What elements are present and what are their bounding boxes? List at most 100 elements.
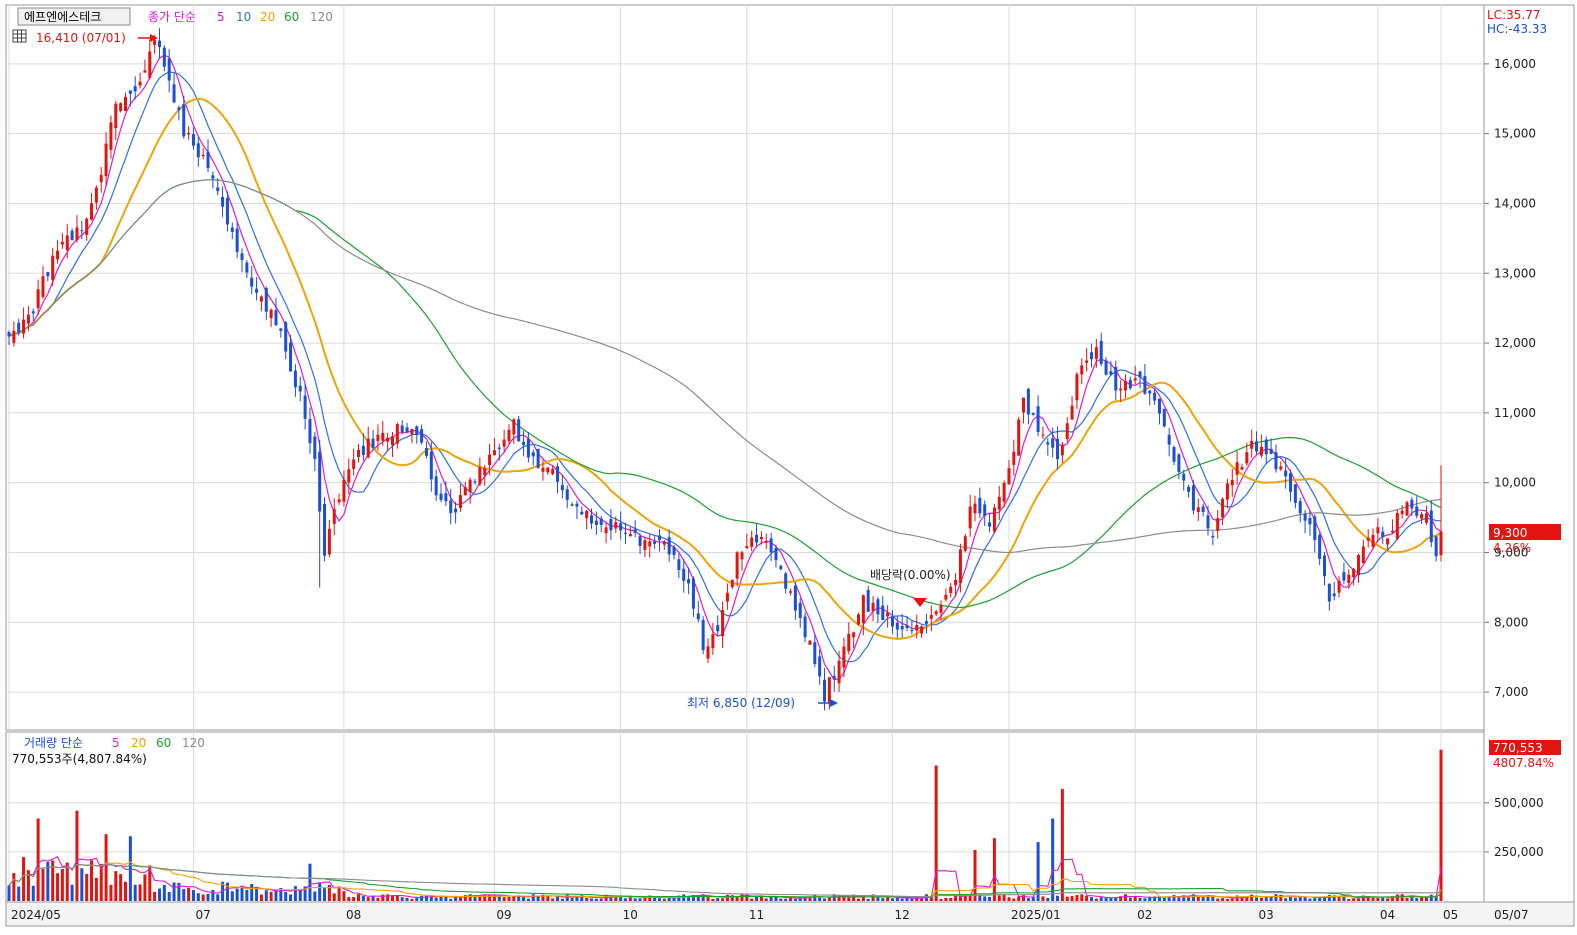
volume-bar [230, 891, 234, 901]
candle-body [405, 427, 409, 433]
candle-body [1191, 485, 1195, 511]
date-tick-label: 11 [749, 908, 764, 922]
candle-body [424, 448, 428, 456]
candle-body [1424, 513, 1428, 523]
volume-bar [167, 892, 171, 901]
hc-label: HC:-43.33 [1487, 22, 1547, 36]
candle-body [750, 537, 754, 547]
price-tick-label: 11,000 [1494, 406, 1536, 420]
candle-body [599, 518, 603, 525]
volume-bar [104, 834, 108, 901]
candle-body [1250, 440, 1254, 449]
candle-body [279, 328, 283, 331]
candle-body [1026, 388, 1030, 415]
candle-body [420, 429, 424, 443]
volume-bar [22, 857, 26, 901]
volume-bar [119, 874, 123, 901]
date-tick-label: 03 [1259, 908, 1274, 922]
candle-body [1322, 555, 1326, 577]
volume-bar [939, 898, 943, 901]
candle-body [1109, 371, 1113, 375]
candle-body [619, 523, 623, 531]
candle-body [303, 395, 307, 419]
candle-body [687, 579, 691, 584]
volume-bar [153, 891, 157, 901]
candle-body [1225, 483, 1229, 500]
candle-body [1439, 531, 1443, 556]
volume-bar [274, 889, 278, 901]
candle-body [924, 621, 928, 624]
candle-body [1119, 388, 1123, 391]
candle-body [191, 134, 195, 146]
candle-body [847, 633, 851, 652]
candle-body [7, 332, 11, 337]
chart-canvas[interactable]: 7,0008,0009,00010,00011,00012,00013,0001… [0, 0, 1577, 935]
volume-bar [1221, 898, 1225, 901]
candle-body [1099, 340, 1103, 364]
candle-body [12, 330, 16, 343]
candle-body [31, 311, 35, 314]
volume-bar [886, 897, 890, 901]
volume-bar [216, 894, 220, 901]
candle-body [70, 230, 74, 240]
candle-body [1167, 434, 1171, 445]
candle-body [939, 604, 943, 613]
volume-bar [357, 894, 361, 901]
candle-body [1420, 514, 1424, 519]
volume-bar [191, 890, 195, 901]
volume-bar [522, 897, 526, 901]
stock-title: 에프엔에스테크 [24, 10, 101, 24]
candle-body [852, 632, 856, 638]
volume-bar [1012, 898, 1016, 901]
candle-body [648, 541, 652, 547]
candle-body [575, 503, 579, 507]
candle-body [886, 612, 890, 617]
volume-bar [662, 898, 666, 901]
candle-body [721, 610, 725, 637]
date-tick-label: 2024/05 [11, 908, 61, 922]
volume-bar [162, 885, 166, 901]
candle-body [954, 579, 958, 586]
volume-bar [1395, 894, 1399, 901]
volume-bar [531, 894, 535, 901]
volume-bar [1313, 898, 1317, 901]
volume-bar [70, 884, 74, 901]
volume-bar [347, 897, 351, 901]
candle-body [342, 479, 346, 502]
candle-body [1182, 473, 1186, 481]
candle-body [623, 532, 627, 534]
candle-body [1007, 468, 1011, 485]
volume-bar [1376, 897, 1380, 901]
candle-body [769, 538, 773, 553]
volume-bar [250, 884, 254, 901]
volume-bar [1284, 898, 1288, 901]
candle-body [1371, 534, 1375, 547]
volume-bar [323, 887, 327, 901]
candle-body [225, 198, 229, 225]
candle-body [65, 235, 69, 251]
volume-bar [201, 894, 205, 901]
volume-bar [614, 897, 618, 901]
volume-bar [109, 884, 113, 901]
volume-bar [172, 882, 176, 901]
candle-body [905, 625, 909, 629]
date-tick-label: 07 [195, 908, 210, 922]
volume-bar [206, 893, 210, 901]
candle-body [26, 314, 30, 324]
volume-bar [900, 898, 904, 901]
volume-bar [827, 897, 831, 901]
volume-bar [934, 765, 938, 901]
candle-body [361, 445, 365, 455]
candle-body [415, 426, 419, 436]
volume-legend-label: 거래량 단순 [24, 736, 83, 750]
candle-body [915, 624, 919, 631]
candle-body [735, 552, 739, 579]
candle-body [997, 496, 1001, 510]
candle-body [755, 534, 759, 543]
volume-bar [196, 893, 200, 901]
table-icon[interactable] [12, 29, 27, 43]
candle-body [172, 84, 176, 103]
candle-body [667, 537, 671, 555]
candle-body [871, 602, 875, 612]
volume-bar [1104, 897, 1108, 901]
